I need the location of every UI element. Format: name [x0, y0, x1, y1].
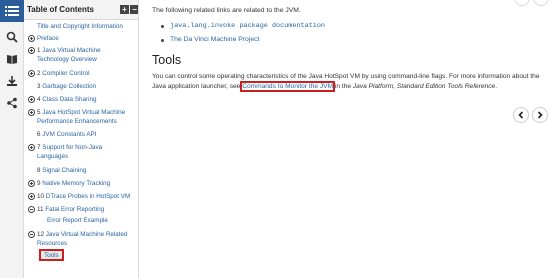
next-page-button[interactable] [532, 107, 548, 123]
toc-header: Table of Contents + − [24, 0, 138, 20]
download-button[interactable] [0, 70, 24, 92]
expand-icon[interactable] [28, 70, 35, 77]
download-icon [7, 76, 17, 86]
expand-icon[interactable] [28, 96, 35, 103]
tools-paragraph: You can control some operating character… [152, 73, 540, 92]
link-invoke-package[interactable]: java.lang.invoke package documentation [170, 22, 325, 30]
expand-icon[interactable] [28, 193, 35, 200]
bullet-icon [160, 37, 166, 43]
top-nav-circle[interactable] [533, 0, 549, 6]
collapse-icon[interactable] [28, 231, 35, 238]
main-content: The following related links are related … [140, 0, 554, 278]
link-commands-monitor-jvm[interactable]: Commands to Monitor the JVM [240, 80, 336, 92]
expand-icon[interactable] [28, 109, 35, 116]
link-da-vinci[interactable]: The Da Vinci Machine Project [170, 36, 259, 43]
search-icon [6, 31, 18, 43]
share-button[interactable] [0, 92, 24, 114]
page-heading: Tools [152, 53, 182, 67]
chevron-left-icon [518, 111, 524, 119]
book-button[interactable] [0, 48, 24, 70]
icon-rail [0, 0, 24, 278]
prev-page-button[interactable] [513, 107, 529, 123]
toc-icon [5, 6, 19, 16]
toc-button[interactable] [0, 0, 24, 22]
toc-panel: Table of Contents + − Title and Copyrigh… [24, 0, 139, 278]
book-icon [7, 55, 17, 64]
chevron-right-icon [537, 111, 543, 119]
intro-text: The following related links are related … [152, 7, 301, 14]
search-button[interactable] [0, 26, 24, 48]
toc-title: Table of Contents [27, 5, 94, 14]
share-icon [7, 97, 17, 109]
expand-icon[interactable] [28, 180, 35, 187]
expand-icon[interactable] [28, 35, 35, 42]
top-nav-circle[interactable] [514, 0, 530, 6]
collapse-all-button[interactable]: − [130, 5, 138, 14]
expand-all-button[interactable]: + [120, 5, 129, 14]
expand-icon[interactable] [28, 47, 35, 54]
collapse-icon[interactable] [28, 206, 35, 213]
expand-icon[interactable] [28, 144, 35, 151]
bullet-icon [160, 23, 166, 29]
